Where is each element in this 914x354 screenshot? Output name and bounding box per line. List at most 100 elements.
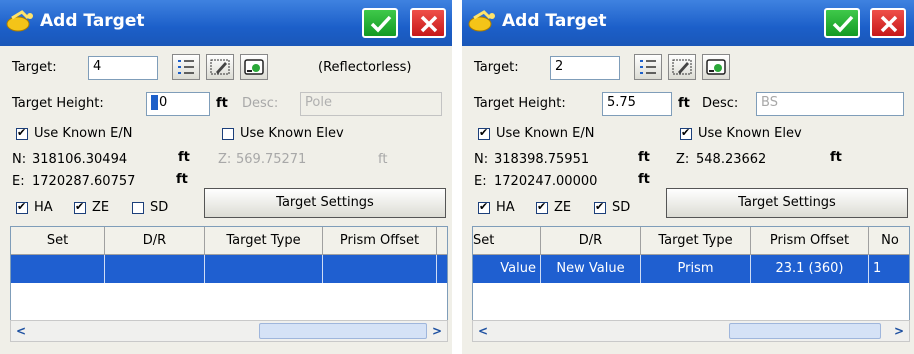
scroll-thumb[interactable] [729, 323, 881, 339]
ha-checkbox[interactable] [478, 200, 490, 214]
e-unit: ft [638, 172, 650, 187]
n-label: N: [12, 152, 27, 167]
survey-instrument-icon [706, 59, 726, 75]
use-known-elev-checkbox[interactable] [680, 126, 692, 140]
target-height-value: 0 [159, 95, 168, 110]
desc-input[interactable]: Pole [300, 92, 442, 116]
list-button[interactable] [634, 54, 662, 80]
window-title: Add Target [502, 11, 607, 31]
scroll-right-arrow-icon[interactable]: > [889, 321, 909, 341]
z-label: Z: [218, 152, 232, 167]
cell-prism-offset: 23.1 (360) [751, 255, 869, 283]
close-x-icon [420, 15, 438, 33]
height-unit: ft [678, 96, 690, 111]
column-header-no[interactable]: No [869, 227, 909, 255]
edit-button[interactable] [206, 54, 234, 80]
ha-checkbox[interactable] [16, 200, 28, 214]
target-input[interactable]: 4 [88, 56, 158, 80]
ok-button[interactable] [362, 8, 398, 38]
add-target-window-1: Add Target Target: 4 (Reflectorless) Tar… [0, 0, 452, 354]
close-button[interactable] [870, 8, 906, 38]
text-cursor [151, 95, 158, 110]
e-value: 1720287.60757 [32, 174, 136, 189]
table-row[interactable] [11, 255, 447, 283]
desc-label: Desc: [242, 96, 279, 111]
ha-label: HA [496, 200, 515, 215]
checkmark-icon [370, 15, 392, 33]
e-label: E: [12, 174, 25, 189]
use-known-elev-label: Use Known Elev [240, 126, 344, 141]
satellite-dish-icon [6, 10, 33, 32]
use-known-en-checkbox[interactable] [16, 126, 28, 140]
e-unit: ft [176, 172, 188, 187]
survey-button[interactable] [702, 54, 730, 80]
edit-button[interactable] [668, 54, 696, 80]
satellite-dish-icon [468, 10, 495, 32]
close-button[interactable] [410, 8, 446, 38]
list-button[interactable] [172, 54, 200, 80]
scroll-thumb[interactable] [259, 323, 427, 339]
edit-pencil-icon [210, 59, 230, 75]
column-header-set[interactable]: Set [11, 227, 105, 255]
ze-label: ZE [554, 200, 572, 215]
survey-button[interactable] [240, 54, 268, 80]
column-header-prism-offset[interactable]: Prism Offset [323, 227, 437, 255]
column-header-target-type[interactable]: Target Type [641, 227, 751, 255]
z-unit: ft [830, 150, 842, 165]
targets-table: Set D/R Target Type Prism Offset [10, 226, 448, 324]
target-height-input[interactable]: 0 [146, 92, 210, 116]
scroll-left-arrow-icon[interactable]: < [473, 321, 493, 341]
ze-checkbox[interactable] [74, 200, 86, 214]
target-settings-button[interactable]: Target Settings [666, 188, 908, 218]
desc-label: Desc: [702, 96, 739, 111]
target-height-label: Target Height: [474, 96, 566, 111]
ze-label: ZE [92, 200, 110, 215]
survey-instrument-icon [244, 59, 264, 75]
close-x-icon [880, 15, 898, 33]
window-title: Add Target [40, 11, 145, 31]
sd-checkbox[interactable] [594, 200, 606, 214]
edit-pencil-icon [672, 59, 692, 75]
ze-checkbox[interactable] [536, 200, 548, 214]
n-label: N: [474, 152, 489, 167]
target-height-input[interactable]: 5.75 [602, 92, 672, 116]
list-icon [640, 60, 656, 74]
horizontal-scrollbar[interactable]: < > [10, 320, 448, 342]
z-value: 569.75271 [236, 152, 307, 167]
cell-target-type [205, 255, 323, 283]
cell-no: 1 [873, 261, 882, 276]
table-row[interactable]: Value New Value Prism 23.1 (360) 1 [473, 255, 909, 283]
target-height-label: Target Height: [12, 96, 104, 111]
add-target-window-2: Add Target Target: 2 Target Height: 5.75… [462, 0, 914, 354]
target-settings-button[interactable]: Target Settings [204, 188, 446, 218]
height-unit: ft [216, 96, 228, 111]
list-icon [178, 60, 194, 74]
target-label: Target: [474, 60, 519, 75]
column-header-set[interactable]: Set [473, 227, 541, 255]
use-known-elev-checkbox[interactable] [222, 128, 234, 140]
column-header-dr[interactable]: D/R [105, 227, 205, 255]
horizontal-scrollbar[interactable]: < > [472, 320, 910, 342]
use-known-en-checkbox[interactable] [478, 126, 490, 140]
column-header-prism-offset[interactable]: Prism Offset [751, 227, 869, 255]
scroll-left-arrow-icon[interactable]: < [11, 321, 31, 341]
table-header: Set D/R Target Type Prism Offset [11, 227, 447, 255]
column-header-target-type[interactable]: Target Type [205, 227, 323, 255]
desc-input[interactable]: BS [756, 92, 904, 116]
title-bar: Add Target [462, 0, 914, 46]
cell-dr: New Value [541, 255, 641, 283]
use-known-en-label: Use Known E/N [34, 126, 133, 141]
cell-prism-offset [323, 255, 437, 283]
scroll-right-arrow-icon[interactable]: > [427, 321, 447, 341]
ha-label: HA [34, 200, 53, 215]
sd-checkbox[interactable] [132, 202, 144, 214]
e-label: E: [474, 174, 487, 189]
column-header-dr[interactable]: D/R [541, 227, 641, 255]
target-mode-label: (Reflectorless) [318, 60, 412, 75]
n-value: 318106.30494 [32, 152, 128, 167]
z-unit: ft [378, 152, 388, 167]
title-bar: Add Target [0, 0, 452, 46]
ok-button[interactable] [824, 8, 860, 38]
sd-label: SD [150, 200, 169, 215]
target-input[interactable]: 2 [550, 56, 620, 80]
